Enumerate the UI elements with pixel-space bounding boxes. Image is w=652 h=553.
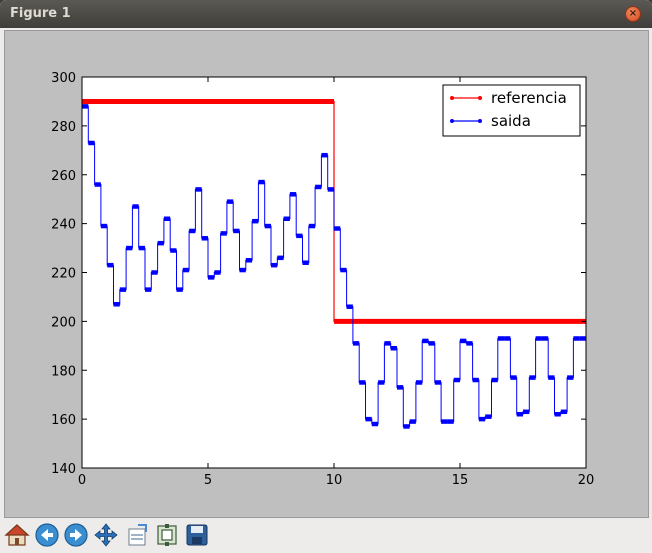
figure-window: Figure 1 × 0 5 10 15 20 140 160 180 200 220 240 260… (0, 0, 652, 553)
x-tick-label: 20 (578, 473, 595, 488)
y-tick-label: 260 (51, 169, 76, 184)
configure-subplots-button[interactable] (124, 522, 150, 548)
home-button[interactable] (4, 522, 30, 548)
y-tick-label: 280 (51, 120, 76, 135)
zoom-button[interactable] (154, 522, 180, 548)
y-tick-label: 160 (51, 413, 76, 428)
legend-label-referencia: referencia (491, 89, 567, 107)
x-tick-label: 15 (452, 473, 469, 488)
home-icon (4, 524, 30, 546)
save-icon (186, 524, 208, 546)
x-tick-label: 5 (204, 473, 212, 488)
y-tick-label: 140 (51, 462, 76, 477)
legend-marker-referencia (478, 96, 482, 100)
y-tick-label: 200 (51, 315, 76, 330)
forward-icon (64, 523, 88, 547)
x-tick-label: 10 (326, 473, 343, 488)
zoom-icon (157, 524, 177, 546)
forward-button[interactable] (63, 522, 89, 548)
save-button[interactable] (184, 522, 210, 548)
y-tick-label: 300 (51, 71, 76, 86)
x-tick-label: 0 (78, 473, 86, 488)
legend-marker-saida (478, 119, 482, 123)
y-tick-label: 240 (51, 218, 76, 233)
y-tick-label: 220 (51, 267, 76, 282)
back-icon (35, 523, 59, 547)
navigation-toolbar (0, 519, 652, 553)
legend-marker-referencia (450, 96, 454, 100)
legend-label-saida: saida (491, 112, 531, 130)
y-tick-label: 180 (51, 364, 76, 379)
line-chart: 0 5 10 15 20 140 160 180 200 220 240 260 280 300 refer… (51, 71, 595, 488)
configure-subplots-icon (128, 524, 147, 546)
pan-button[interactable] (93, 522, 119, 548)
legend-marker-saida (450, 119, 454, 123)
pan-icon (94, 523, 118, 547)
back-button[interactable] (34, 522, 60, 548)
